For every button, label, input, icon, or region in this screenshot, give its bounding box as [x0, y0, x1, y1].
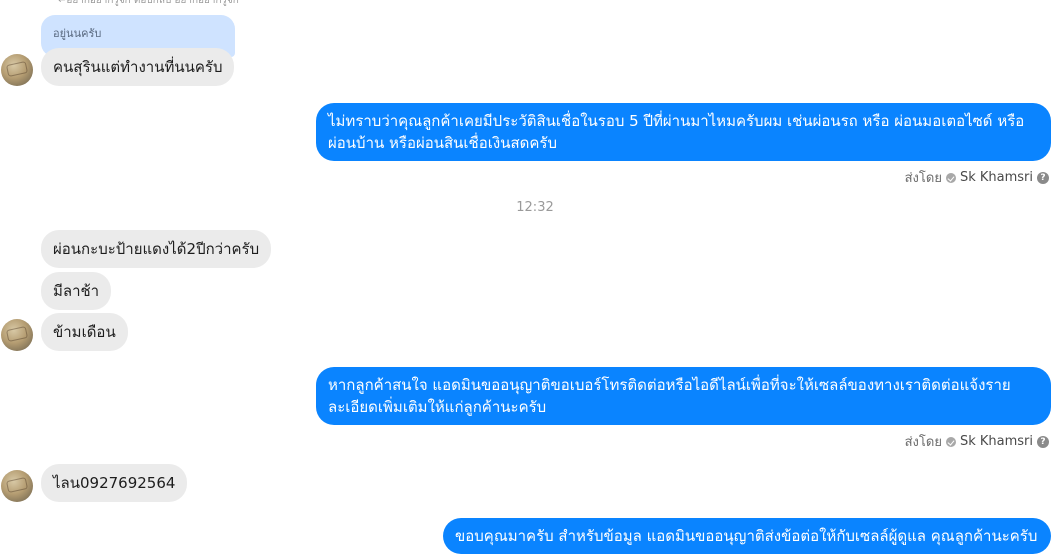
avatar[interactable]: [1, 319, 33, 351]
message-timestamp: 12:32: [516, 200, 554, 215]
help-icon[interactable]: ?: [1037, 435, 1049, 448]
message-text: ผ่อนกะบะป้ายแดงได้2ปีกว่าครับ: [53, 240, 260, 258]
incoming-message[interactable]: ไลน0927692564: [41, 464, 188, 502]
quoted-reply-text: อยู่นนครับ: [53, 27, 102, 40]
reply-context-hint: ↩อยากอยากรู้จัก ตอบกลับ อยากอยากรู้จัก: [58, 0, 239, 6]
message-text: ขอบคุณมาครับ สำหรับข้อมูล แอดมินขออนุญาต…: [455, 527, 1038, 545]
outgoing-message[interactable]: ขอบคุณมาครับ สำหรับข้อมูล แอดมินขออนุญาต…: [443, 518, 1051, 554]
check-icon: [945, 172, 956, 183]
sent-by-info: ส่งโดย Sk Khamsri ?: [905, 167, 1049, 188]
sent-by-label: ส่งโดย: [904, 171, 942, 186]
sender-name[interactable]: Sk Khamsri: [960, 434, 1033, 449]
message-text: มีลาช้า: [53, 282, 100, 300]
incoming-message[interactable]: คนสุรินแต่ทำงานที่นนครับ: [41, 48, 235, 86]
sent-by-label: ส่งโดย: [904, 435, 942, 450]
message-text: ไลน0927692564: [53, 474, 176, 492]
help-icon[interactable]: ?: [1037, 171, 1049, 184]
check-icon: [945, 436, 956, 447]
incoming-message[interactable]: ข้ามเดือน: [41, 313, 128, 351]
avatar[interactable]: [1, 54, 33, 86]
message-text: คนสุรินแต่ทำงานที่นนครับ: [53, 58, 223, 76]
message-text: ข้ามเดือน: [53, 323, 116, 341]
incoming-message[interactable]: ผ่อนกะบะป้ายแดงได้2ปีกว่าครับ: [41, 230, 272, 268]
message-text: ไม่ทราบว่าคุณลูกค้าเคยมีประวัติสินเชื่อใ…: [328, 112, 1025, 152]
sender-name[interactable]: Sk Khamsri: [960, 170, 1033, 185]
message-text: หากลูกค้าสนใจ แอดมินขออนุญาติขอเบอร์โทรต…: [328, 376, 1011, 416]
avatar[interactable]: [1, 470, 33, 502]
sent-by-info: ส่งโดย Sk Khamsri ?: [905, 431, 1049, 452]
outgoing-message[interactable]: ไม่ทราบว่าคุณลูกค้าเคยมีประวัติสินเชื่อใ…: [316, 103, 1051, 161]
outgoing-message[interactable]: หากลูกค้าสนใจ แอดมินขออนุญาติขอเบอร์โทรต…: [316, 367, 1051, 425]
incoming-message[interactable]: มีลาช้า: [41, 272, 112, 310]
